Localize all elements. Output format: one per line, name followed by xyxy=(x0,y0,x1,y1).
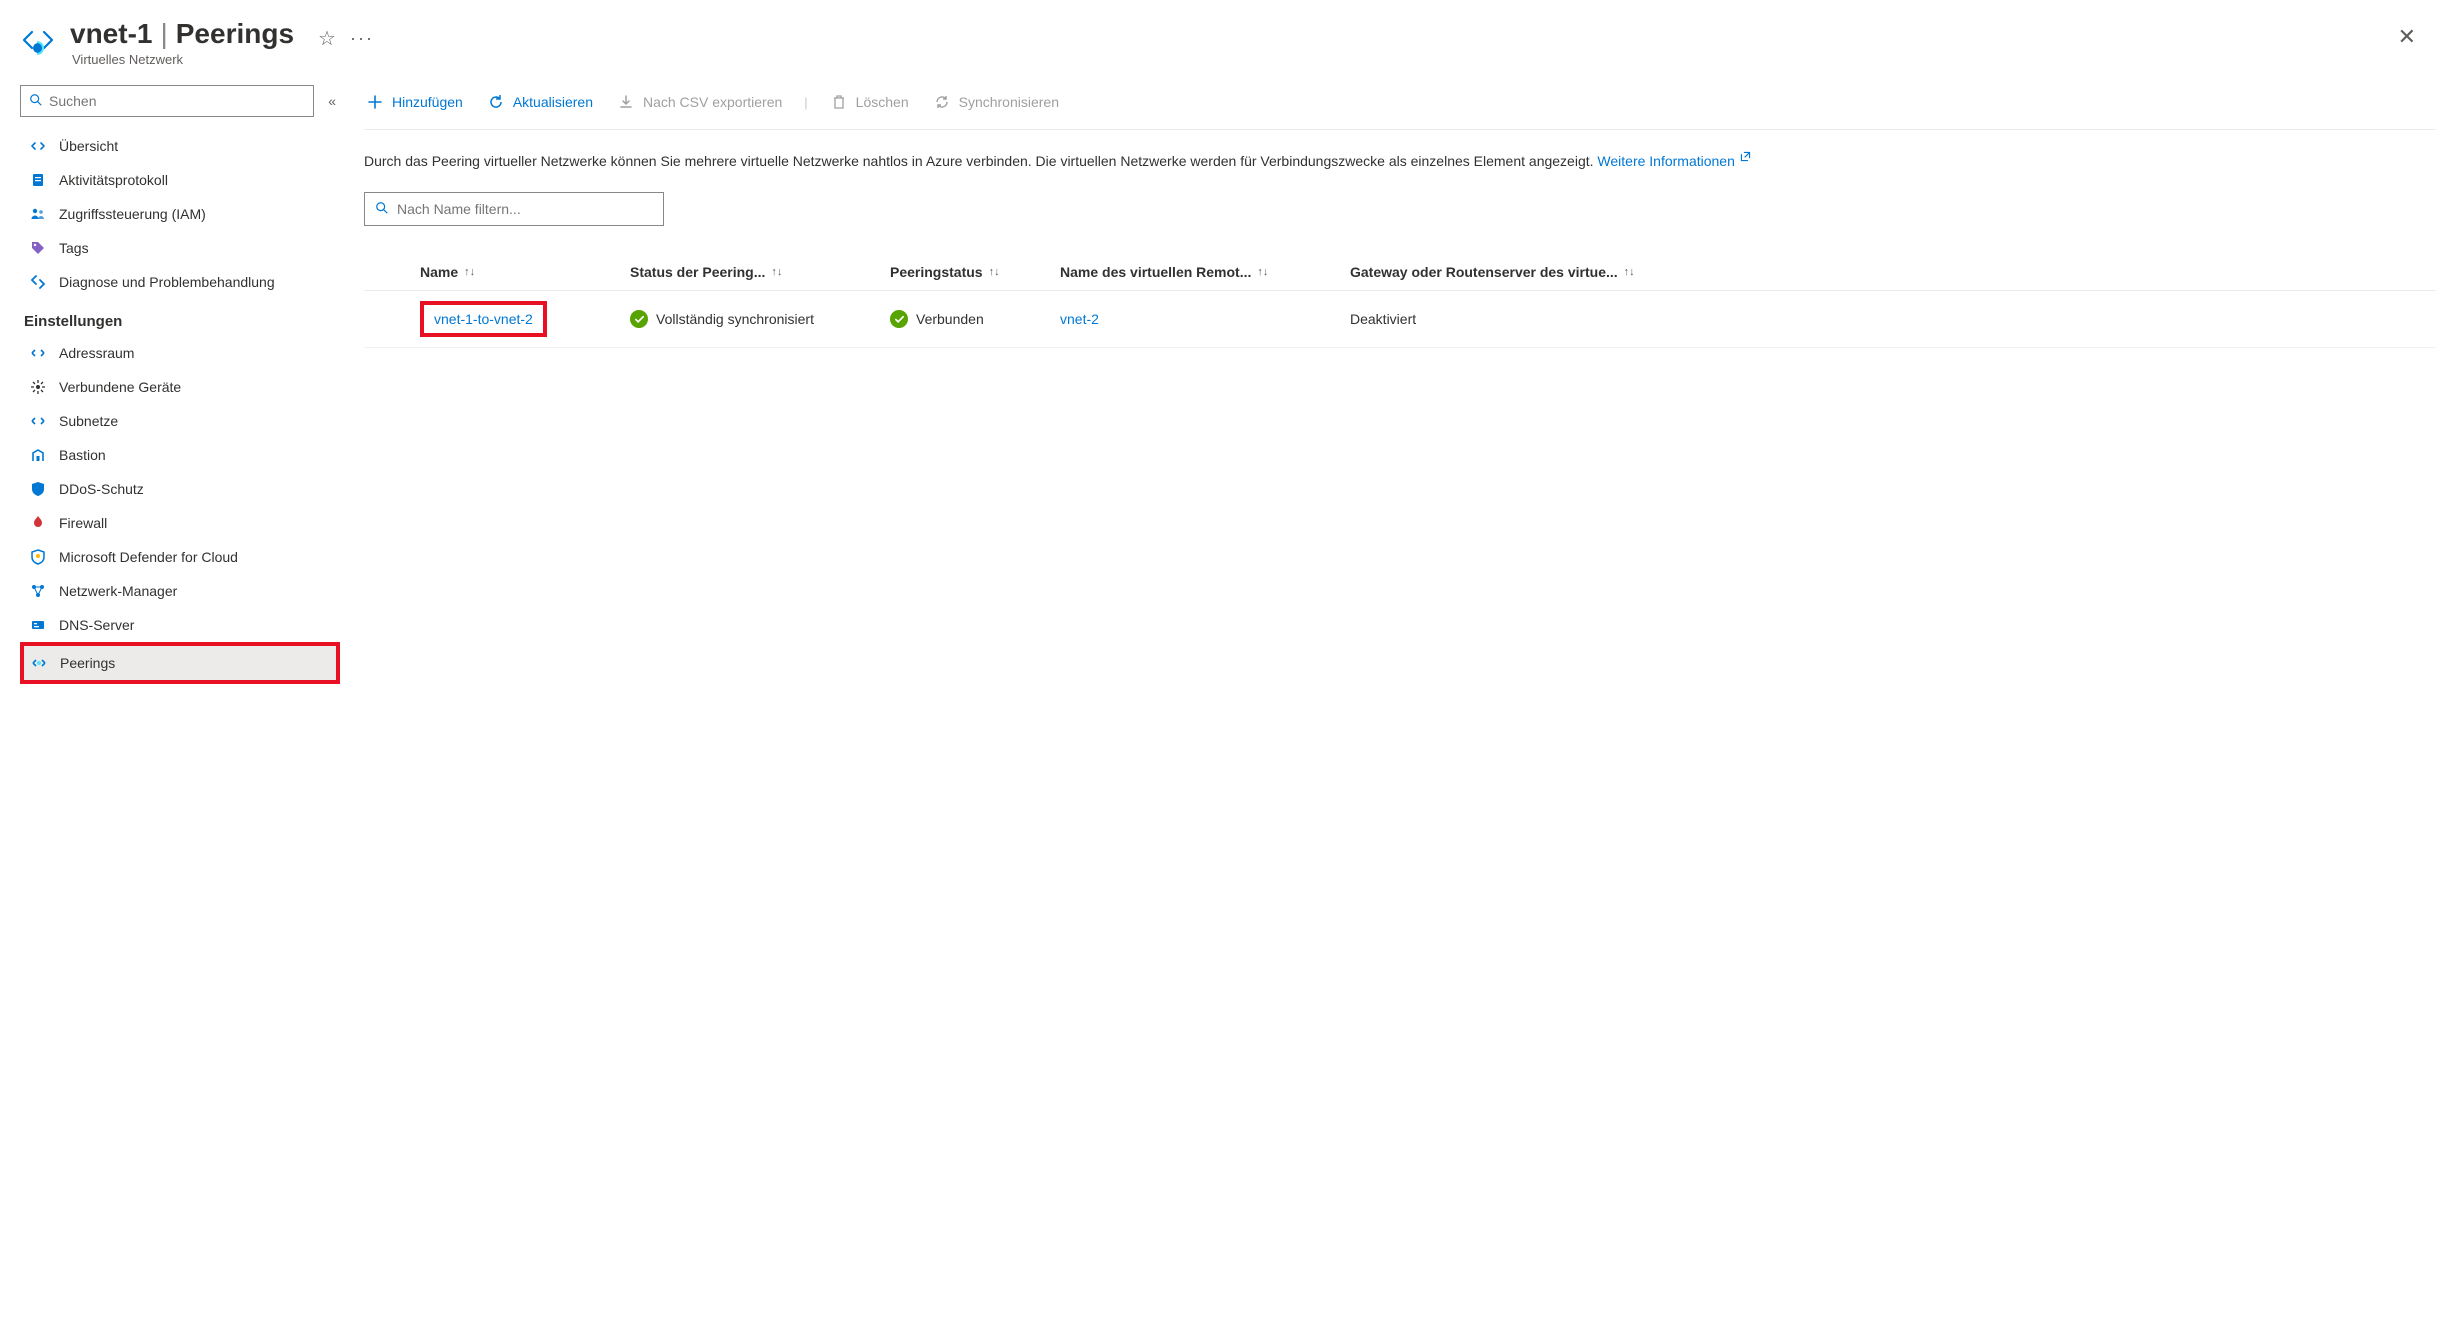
dns-icon xyxy=(29,616,47,634)
success-icon xyxy=(890,310,908,328)
sync-button[interactable]: Synchronisieren xyxy=(931,89,1061,115)
filter-input[interactable] xyxy=(397,201,653,217)
col-peering-status[interactable]: Peeringstatus ↑↓ xyxy=(890,264,1050,280)
search-icon xyxy=(375,201,389,218)
sidebar-item-label: DDoS-Schutz xyxy=(59,481,144,497)
blade-header: vnet-1 | Peerings Virtuelles Netzwerk ☆ … xyxy=(20,18,2436,67)
sidebar-item-dns-server[interactable]: DNS-Server xyxy=(20,608,340,642)
blade-title: Peerings xyxy=(176,18,294,50)
peering-status-cell: Verbunden xyxy=(890,310,1050,328)
bastion-icon xyxy=(29,446,47,464)
table-header: Name ↑↓ Status der Peering... ↑↓ Peering… xyxy=(364,254,2436,291)
sidebar-item-label: Bastion xyxy=(59,447,106,463)
sidebar-item-microsoft-defender-for-cloud[interactable]: Microsoft Defender for Cloud xyxy=(20,540,340,574)
defender-icon xyxy=(29,548,47,566)
plus-icon xyxy=(366,93,384,111)
ddos-icon xyxy=(29,480,47,498)
sidebar-item-label: Microsoft Defender for Cloud xyxy=(59,549,238,565)
sidebar-item-label: Verbundene Geräte xyxy=(59,379,181,395)
sidebar-item-peerings[interactable]: Peerings xyxy=(20,642,340,684)
resource-name: vnet-1 xyxy=(70,18,152,50)
sidebar-item-subnetze[interactable]: Subnetze xyxy=(20,404,340,438)
sidebar-item-label: Tags xyxy=(59,240,89,256)
vnet-icon xyxy=(29,137,47,155)
toolbar-separator: | xyxy=(804,95,807,110)
success-icon xyxy=(630,310,648,328)
sidebar-item-aktivit-tsprotokoll[interactable]: Aktivitätsprotokoll xyxy=(20,163,340,197)
sidebar-item--bersicht[interactable]: Übersicht xyxy=(20,129,340,163)
sidebar-item-verbundene-ger-te[interactable]: Verbundene Geräte xyxy=(20,370,340,404)
peerings-table: Name ↑↓ Status der Peering... ↑↓ Peering… xyxy=(364,254,2436,348)
external-link-icon xyxy=(1739,148,1752,169)
sidebar-item-label: Subnetze xyxy=(59,413,118,429)
table-row: vnet-1-to-vnet-2 Vollständig synchronisie… xyxy=(364,291,2436,348)
sidebar-search[interactable] xyxy=(20,85,314,117)
sidebar-item-tags[interactable]: Tags xyxy=(20,231,340,265)
more-actions-icon[interactable]: ··· xyxy=(350,28,374,49)
download-icon xyxy=(617,93,635,111)
sidebar: « Übersicht Aktivitätsprotokoll Zugriffsst… xyxy=(20,85,340,684)
sidebar-item-zugriffssteuerung-iam-[interactable]: Zugriffssteuerung (IAM) xyxy=(20,197,340,231)
filter-box[interactable] xyxy=(364,192,664,226)
sidebar-item-adressraum[interactable]: Adressraum xyxy=(20,336,340,370)
sort-icon: ↑↓ xyxy=(989,266,1000,278)
firewall-icon xyxy=(29,514,47,532)
col-gateway[interactable]: Gateway oder Routenserver des virtue... … xyxy=(1350,264,2430,280)
sort-icon: ↑↓ xyxy=(464,266,475,278)
collapse-sidebar-button[interactable]: « xyxy=(324,89,340,113)
trash-icon xyxy=(830,93,848,111)
sync-icon xyxy=(933,93,951,111)
sort-icon: ↑↓ xyxy=(1624,266,1635,278)
sidebar-item-diagnose-und-problembehandlung[interactable]: Diagnose und Problembehandlung xyxy=(20,265,340,299)
search-icon xyxy=(29,93,43,110)
sort-icon: ↑↓ xyxy=(771,266,782,278)
refresh-button[interactable]: Aktualisieren xyxy=(485,89,595,115)
sidebar-item-netzwerk-manager[interactable]: Netzwerk-Manager xyxy=(20,574,340,608)
diagnose-icon xyxy=(29,273,47,291)
tag-icon xyxy=(29,239,47,257)
add-button[interactable]: Hinzufügen xyxy=(364,89,465,115)
log-icon xyxy=(29,171,47,189)
favorite-star-icon[interactable]: ☆ xyxy=(318,26,336,51)
gateway-cell: Deaktiviert xyxy=(1350,311,2430,327)
sidebar-item-firewall[interactable]: Firewall xyxy=(20,506,340,540)
remote-vnet-link[interactable]: vnet-2 xyxy=(1060,311,1099,327)
description-text: Durch das Peering virtueller Netzwerke k… xyxy=(364,130,1824,180)
command-bar: Hinzufügen Aktualisieren Nach CSV export… xyxy=(364,85,2436,130)
sidebar-item-label: Übersicht xyxy=(59,138,118,154)
sidebar-item-label: Netzwerk-Manager xyxy=(59,583,177,599)
sidebar-item-ddos-schutz[interactable]: DDoS-Schutz xyxy=(20,472,340,506)
sidebar-section-settings: Einstellungen xyxy=(20,299,340,336)
sort-icon: ↑↓ xyxy=(1257,266,1268,278)
subnet-icon xyxy=(29,412,47,430)
sidebar-item-label: Aktivitätsprotokoll xyxy=(59,172,168,188)
export-csv-button[interactable]: Nach CSV exportieren xyxy=(615,89,784,115)
resource-type: Virtuelles Netzwerk xyxy=(72,52,294,67)
peering-name-link[interactable]: vnet-1-to-vnet-2 xyxy=(434,311,533,327)
page-title: vnet-1 | Peerings xyxy=(70,18,294,50)
address-icon xyxy=(29,344,47,362)
col-remote-vnet[interactable]: Name des virtuellen Remot... ↑↓ xyxy=(1060,264,1340,280)
sidebar-item-bastion[interactable]: Bastion xyxy=(20,438,340,472)
devices-icon xyxy=(29,378,47,396)
col-sync-status[interactable]: Status der Peering... ↑↓ xyxy=(630,264,880,280)
close-blade-button[interactable]: ✕ xyxy=(2388,18,2426,56)
main-content: Hinzufügen Aktualisieren Nach CSV export… xyxy=(364,85,2436,348)
sidebar-item-label: Diagnose und Problembehandlung xyxy=(59,274,275,290)
sidebar-item-label: DNS-Server xyxy=(59,617,134,633)
netmgr-icon xyxy=(29,582,47,600)
refresh-icon xyxy=(487,93,505,111)
iam-icon xyxy=(29,205,47,223)
sidebar-search-input[interactable] xyxy=(49,93,305,109)
sidebar-item-label: Peerings xyxy=(60,655,115,671)
sync-status-cell: Vollständig synchronisiert xyxy=(630,310,880,328)
peerings-icon xyxy=(30,654,48,672)
sidebar-item-label: Firewall xyxy=(59,515,107,531)
learn-more-link[interactable]: Weitere Informationen xyxy=(1597,153,1751,169)
delete-button[interactable]: Löschen xyxy=(828,89,911,115)
sidebar-item-label: Adressraum xyxy=(59,345,134,361)
sidebar-item-label: Zugriffssteuerung (IAM) xyxy=(59,206,206,222)
virtual-network-icon xyxy=(20,22,56,58)
col-name[interactable]: Name ↑↓ xyxy=(420,264,620,280)
